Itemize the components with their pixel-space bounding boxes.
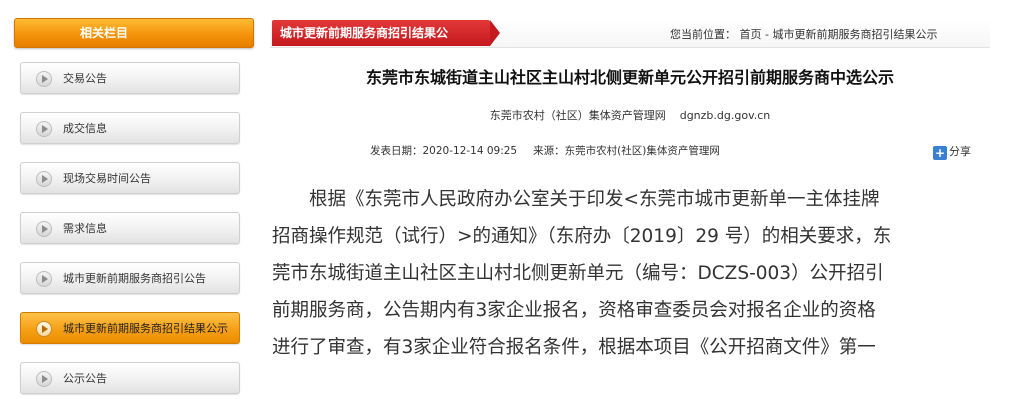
body-line: 莞市东城街道主山社区主山村北侧更新单元（编号：DCZS-003）公开招引 [272,263,884,284]
sidebar-item-label: 城市更新前期服务商招引结果公示 [63,322,228,335]
sidebar-item-label: 城市更新前期服务商招引公告 [63,272,206,285]
sidebar-item-public-notice[interactable]: 公示公告 [20,362,240,394]
sidebar-item-demand-info[interactable]: 需求信息 [20,212,240,244]
body-line: 招商操作规范（试行）>的通知》（东府办〔2019〕29 号）的相关要求，东 [272,226,892,247]
sidebar: 相关栏目 交易公告 成交信息 现场交易时间公告 需求信息 城市更新前期服务商招引… [0,0,262,399]
article-meta: 发表日期：2020-12-14 09:25 来源：东莞市农村(社区)集体资产管理网 [370,143,720,158]
share-label: 分享 [949,145,971,158]
play-circle-icon [36,121,52,137]
share-button[interactable]: + 分享 [933,143,971,160]
breadcrumb-separator: - [761,28,773,41]
sidebar-item-renewal-notice[interactable]: 城市更新前期服务商招引公告 [20,262,240,294]
sidebar-item-label: 交易公告 [63,72,107,85]
play-circle-icon [36,71,52,87]
article-origin: 来源：东莞市农村(社区)集体资产管理网 [533,145,720,157]
category-tab[interactable]: 城市更新前期服务商招引结果公 [272,20,500,46]
play-circle-icon [36,321,52,337]
sidebar-item-label: 成交信息 [63,122,107,135]
breadcrumb: 您当前位置： 首页 - 城市更新前期服务商招引结果公示 [670,26,937,42]
breadcrumb-prefix: 您当前位置： [670,28,736,41]
sidebar-item-label: 公示公告 [63,372,107,385]
body-line: 前期服务商，公告期内有3家企业报名，资格审查委员会对报名企业的资格 [272,300,876,321]
sidebar-header-label: 相关栏目 [79,26,128,40]
breadcrumb-home-link[interactable]: 首页 [740,28,762,41]
sidebar-item-trade-notice[interactable]: 交易公告 [20,62,240,94]
category-bar: 城市更新前期服务商招引结果公 您当前位置： 首页 - 城市更新前期服务商招引结果… [270,20,990,48]
article-body: 根据《东莞市人民政府办公室关于印发<东莞市城市更新单一主体挂牌 招商操作规范（试… [272,181,978,366]
sidebar-item-onsite-schedule[interactable]: 现场交易时间公告 [20,162,240,194]
sidebar-header: 相关栏目 [14,18,254,48]
source-name: 东莞市农村（社区）集体资产管理网 [489,109,666,122]
article-source: 东莞市农村（社区）集体资产管理网 dgnzb.dg.gov.cn [270,107,990,123]
main-content: 城市更新前期服务商招引结果公 您当前位置： 首页 - 城市更新前期服务商招引结果… [270,0,1014,399]
source-url: dgnzb.dg.gov.cn [679,109,771,122]
breadcrumb-current-link[interactable]: 城市更新前期服务商招引结果公示 [772,28,937,41]
body-line: 根据《东莞市人民政府办公室关于印发<东莞市城市更新单一主体挂牌 [272,189,880,210]
sidebar-item-renewal-result[interactable]: 城市更新前期服务商招引结果公示 [20,312,240,344]
sidebar-item-label: 现场交易时间公告 [63,172,151,185]
article-title: 东莞市东城街道主山社区主山村北侧更新单元公开招引前期服务商中选公示 [365,68,894,87]
play-circle-icon [36,371,52,387]
body-line: 进行了审查，有3家企业符合报名条件，根据本项目《公开招商文件》第一 [272,337,876,358]
play-circle-icon [36,171,52,187]
publish-date: 发表日期：2020-12-14 09:25 [370,145,518,157]
sidebar-item-deal-info[interactable]: 成交信息 [20,112,240,144]
play-circle-icon [36,221,52,237]
sidebar-item-label: 需求信息 [63,222,107,235]
play-circle-icon [36,271,52,287]
plus-icon: + [933,146,947,160]
